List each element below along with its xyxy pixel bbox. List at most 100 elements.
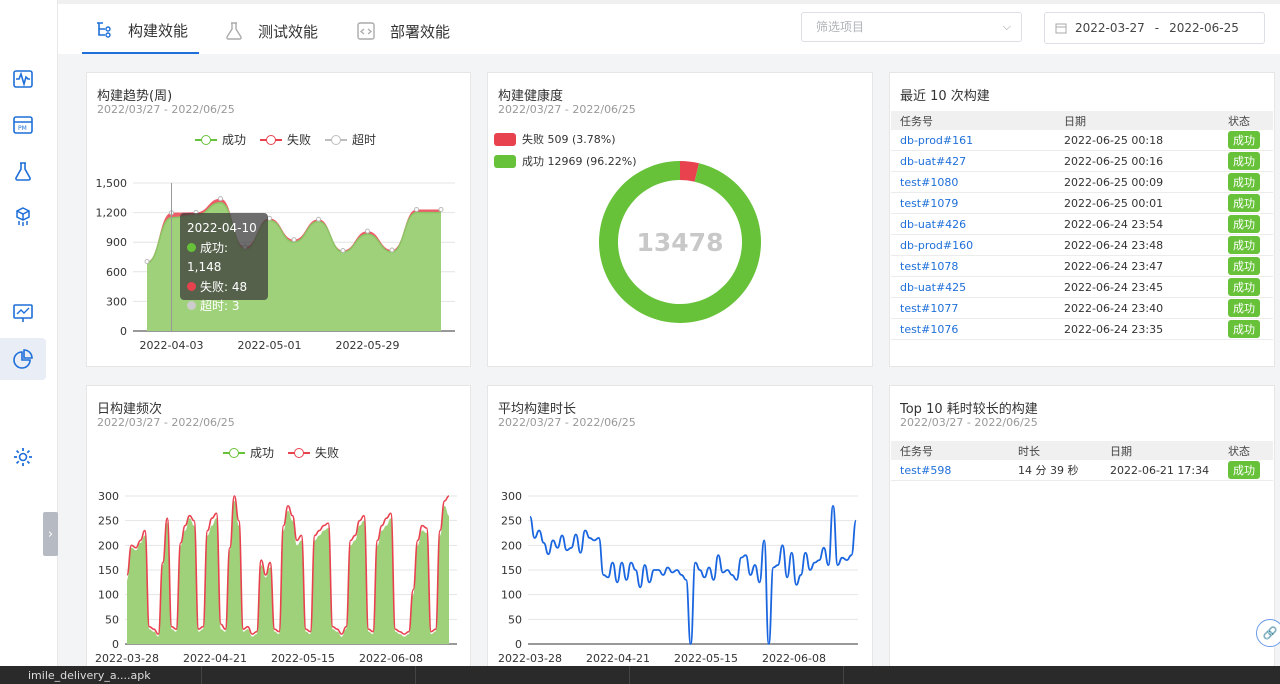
status-badge: 成功 (1228, 278, 1260, 296)
y-tick-label: 100 (501, 589, 522, 602)
svg-text:PM: PM (18, 125, 27, 132)
project-filter-placeholder: 筛选项目 (816, 20, 865, 34)
tooltip-row-fail: 失败: 48 (187, 278, 261, 298)
build-date: 2022-06-24 23:47 (1064, 259, 1164, 273)
y-tick-label: 600 (106, 266, 127, 279)
task-link[interactable]: db-prod#160 (900, 239, 973, 252)
x-tick-label: 2022-04-21 (183, 652, 247, 665)
tab-deploy-efficiency[interactable]: 部署效能 (356, 8, 450, 54)
data-point (267, 215, 272, 221)
status-badge: 成功 (1228, 215, 1260, 233)
y-tick-label: 900 (106, 236, 127, 249)
donut-center-total: 13478 (637, 228, 724, 257)
table-row: db-uat#427 2022-06-25 00:16 成功 (891, 151, 1273, 172)
recent-builds-table: 任务号 日期 状态 db-prod#161 2022-06-25 00:18 成功 d… (891, 111, 1273, 340)
table-row: test#1079 2022-06-25 00:01 成功 (891, 193, 1273, 214)
y-tick-label: 200 (98, 539, 119, 552)
status-badge: 成功 (1228, 236, 1260, 254)
pm-board-icon: PM (13, 116, 33, 134)
x-tick-label: 2022-05-01 (238, 339, 302, 352)
taskbar: imile_delivery_a....apk (0, 666, 1280, 684)
task-link[interactable]: test#1078 (900, 260, 958, 273)
status-badge: 成功 (1228, 299, 1260, 317)
build-trend-card: 构建趋势(周) 2022/03/27 - 2022/06/25 成功 失败 超时… (86, 72, 471, 367)
task-link[interactable]: db-uat#426 (900, 218, 966, 231)
table-row: db-prod#160 2022-06-24 23:48 成功 (891, 235, 1273, 256)
col-status: 状态 (1228, 444, 1250, 458)
build-tree-icon (97, 22, 111, 38)
sidebar-collapse-handle[interactable]: › (43, 512, 58, 556)
sidebar-item-pm[interactable]: PM (0, 104, 46, 146)
tab-test-efficiency[interactable]: 测试效能 (224, 8, 318, 54)
waveform-icon (13, 70, 33, 88)
project-filter-select[interactable]: 筛选项目 ⌵ (801, 12, 1022, 42)
build-duration: 14 分 39 秒 (1018, 464, 1079, 477)
link-float-button[interactable]: 🔗 (1256, 619, 1280, 647)
daily-frequency-chart[interactable]: 0 50 100 150 200 250 300 2022-03-28 2022-04-21 20… (87, 386, 472, 676)
status-badge: 成功 (1228, 461, 1260, 479)
tooltip-value: 超时: 3 (200, 299, 240, 313)
taskbar-download-item[interactable]: imile_delivery_a....apk (0, 666, 202, 684)
sidebar-item-presentation[interactable] (0, 292, 46, 334)
tab-label: 构建效能 (128, 21, 189, 40)
y-tick-label: 50 (508, 613, 522, 626)
chevron-down-icon: ⌵ (1002, 20, 1011, 33)
x-tick-label: 2022-04-03 (140, 339, 204, 352)
data-point (365, 228, 370, 234)
build-date: 2022-06-25 00:01 (1064, 196, 1164, 210)
data-point (414, 206, 419, 212)
data-point (316, 216, 321, 222)
y-tick-label: 150 (98, 564, 119, 577)
chevron-right-icon: › (47, 526, 54, 542)
avg-duration-card: 平均构建时长 2022/03/27 - 2022/06/25 0 50 100 150… (487, 385, 873, 675)
sidebar: PM › (0, 0, 58, 666)
sidebar-item-monitor[interactable] (0, 58, 46, 100)
task-link[interactable]: test#598 (900, 464, 951, 477)
y-tick-label: 300 (501, 490, 522, 503)
table-row: db-uat#426 2022-06-24 23:54 成功 (891, 214, 1273, 235)
sidebar-item-test[interactable] (0, 150, 46, 192)
task-link[interactable]: test#1077 (900, 302, 958, 315)
status-badge: 成功 (1228, 320, 1260, 338)
x-tick-label: 2022-05-15 (271, 652, 335, 665)
y-tick-label: 0 (515, 638, 522, 651)
tooltip-row-timeout: 超时: 3 (187, 297, 261, 317)
avg-duration-chart[interactable]: 0 50 100 150 200 250 300 2022-03-28 2022-04-21 20… (488, 386, 874, 676)
task-link[interactable]: test#1079 (900, 197, 958, 210)
build-date: 2022-06-25 00:09 (1064, 175, 1164, 189)
y-tick-label: 0 (120, 325, 127, 338)
sidebar-item-analytics[interactable] (0, 338, 46, 380)
build-trend-chart[interactable]: 0 300 600 900 1,200 1,500 2022-04-03 2022-05-01… (87, 73, 472, 368)
task-link[interactable]: db-prod#161 (900, 134, 973, 147)
taskbar-slot[interactable] (202, 666, 416, 684)
y-tick-label: 300 (98, 490, 119, 503)
date-end: 2022-06-25 (1169, 21, 1239, 35)
date-range-picker[interactable]: 2022-03-27 - 2022-06-25 (1044, 12, 1265, 44)
data-point (291, 237, 297, 243)
build-health-card: 构建健康度 2022/03/27 - 2022/06/25 失败 509 (3.… (487, 72, 873, 367)
status-badge: 成功 (1228, 194, 1260, 212)
data-point (218, 196, 223, 202)
sidebar-item-settings[interactable] (0, 436, 46, 478)
task-link[interactable]: test#1076 (900, 323, 958, 336)
build-health-donut[interactable]: 13478 (488, 73, 874, 368)
task-link[interactable]: test#1080 (900, 176, 958, 189)
top10-table: 任务号 时长 日期 状态 test#598 14 分 39 秒 2022-06-21… (891, 441, 1273, 481)
x-tick-label: 2022-03-28 (498, 652, 562, 665)
tab-label: 测试效能 (258, 22, 319, 41)
x-tick-label: 2022-06-08 (762, 652, 826, 665)
taskbar-slot[interactable] (630, 666, 844, 684)
tab-build-efficiency[interactable]: 构建效能 (82, 8, 199, 54)
date-separator: - (1154, 21, 1160, 35)
daily-frequency-card: 日构建频次 2022/03/27 - 2022/06/25 成功 失败 0 50 1… (86, 385, 471, 675)
task-link[interactable]: db-uat#427 (900, 155, 966, 168)
taskbar-slot[interactable] (416, 666, 630, 684)
gear-icon (14, 448, 32, 466)
top10-builds-card: Top 10 耗时较长的构建 2022/03/27 - 2022/06/25 任… (889, 385, 1275, 675)
pie-chart-icon (13, 349, 33, 369)
data-point (340, 247, 346, 253)
task-link[interactable]: db-uat#425 (900, 281, 966, 294)
y-tick-label: 1,500 (96, 177, 128, 190)
col-task: 任务号 (900, 444, 933, 458)
sidebar-item-deploy[interactable] (0, 196, 46, 238)
